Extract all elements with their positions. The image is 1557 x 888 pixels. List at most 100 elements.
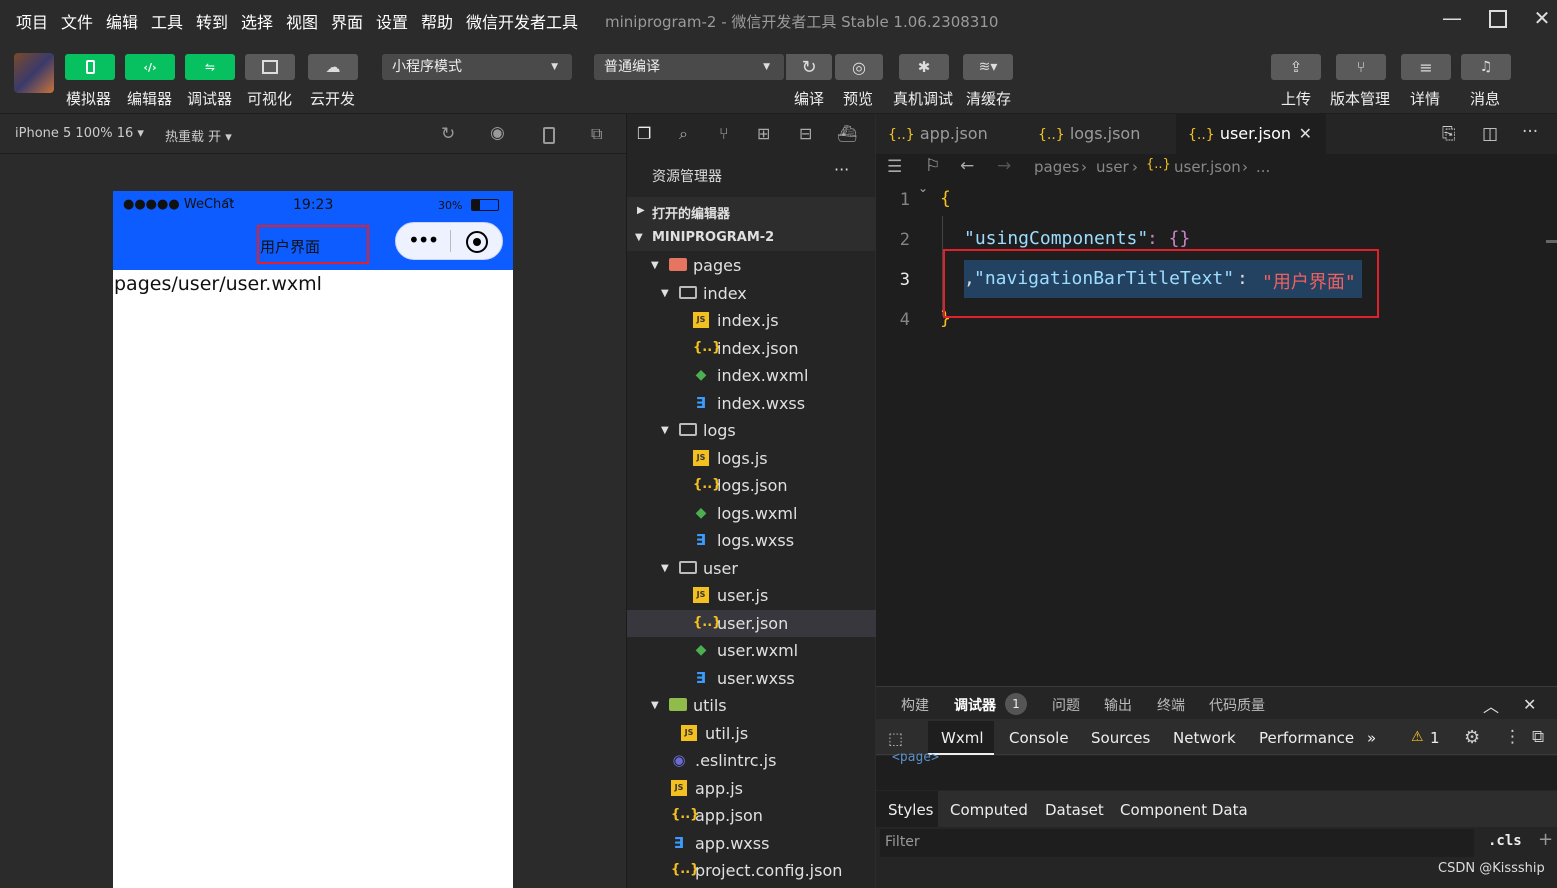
tab-performance[interactable]: Performance <box>1259 729 1354 747</box>
maximize-button[interactable] <box>1483 6 1513 34</box>
breadcrumb-user[interactable]: user <box>1096 158 1129 176</box>
tree-item-logs-wxml[interactable]: ◆ logs.wxml <box>627 500 876 527</box>
tab-component-data[interactable]: Component Data <box>1120 801 1248 819</box>
version-button[interactable]: ⑂ <box>1336 54 1386 80</box>
tree-item-index-wxss[interactable]: ∃ index.wxss <box>627 390 876 417</box>
tree-item-index-json[interactable]: {..} index.json <box>627 335 876 362</box>
split-editor-icon[interactable]: ◫ <box>1482 124 1498 144</box>
tree-item-app-wxss[interactable]: ∃ app.wxss <box>627 830 876 857</box>
reload-icon[interactable]: ↻ <box>441 124 455 144</box>
tree-item-user[interactable]: ▼ user <box>627 555 876 582</box>
search-icon[interactable]: ⌕ <box>679 124 688 144</box>
close-window-button[interactable]: ✕ <box>1527 6 1557 34</box>
tree-item-logs[interactable]: ▼ logs <box>627 417 876 444</box>
storage-icon[interactable]: ⊟ <box>799 124 812 143</box>
more-actions-icon[interactable]: ··· <box>834 160 849 179</box>
stop-icon[interactable]: ◉ <box>490 123 505 143</box>
mode-select[interactable]: 小程序模式 ▼ <box>382 54 572 80</box>
extensions-icon[interactable]: ⊞ <box>757 124 770 143</box>
tree-item-utils[interactable]: ▼ utils <box>627 692 876 719</box>
tab-computed[interactable]: Computed <box>950 801 1028 819</box>
back-icon[interactable]: ← <box>960 156 974 176</box>
tab-app-json[interactable]: {..} app.json <box>876 114 1026 154</box>
tab-output[interactable]: 输出 <box>1104 695 1132 715</box>
tree-item-index-js[interactable]: JS index.js <box>627 307 876 334</box>
tab-logs-json[interactable]: {..} logs.json <box>1026 114 1176 154</box>
phone-icon[interactable] <box>543 127 555 144</box>
inspect-icon[interactable]: ⬚ <box>888 729 903 748</box>
tab-problems[interactable]: 问题 <box>1052 695 1080 715</box>
close-tab-icon[interactable]: ✕ <box>1299 124 1312 143</box>
preview-button[interactable]: ◎ <box>835 54 883 80</box>
dom-page-node[interactable]: <page> <box>892 750 939 765</box>
tab-build[interactable]: 构建 <box>901 695 929 715</box>
tree-item-user-wxml[interactable]: ◆ user.wxml <box>627 637 876 664</box>
warning-icon[interactable]: ⚠ <box>1411 729 1424 745</box>
gear-icon[interactable]: ⚙ <box>1464 727 1480 748</box>
tab-terminal[interactable]: 终端 <box>1157 695 1185 715</box>
tab-wxml[interactable]: Wxml <box>941 729 984 747</box>
tree-item-eslintrc-js[interactable]: ◉ .eslintrc.js <box>627 747 876 774</box>
tree-item-app-js[interactable]: JS app.js <box>627 775 876 802</box>
breadcrumb-pages[interactable]: pages <box>1034 158 1079 176</box>
cls-button[interactable]: .cls <box>1488 833 1522 849</box>
tree-item-user-wxss[interactable]: ∃ user.wxss <box>627 665 876 692</box>
project-section[interactable]: ▼ MINIPROGRAM-2 <box>627 224 876 251</box>
upload-button[interactable]: ⇪ <box>1271 54 1321 80</box>
breadcrumb-file[interactable]: user.json <box>1174 158 1241 176</box>
menu-tools[interactable]: 工具 <box>151 9 183 33</box>
tree-item-user-js[interactable]: JS user.js <box>627 582 876 609</box>
tree-item-project-config-json[interactable]: {..} project.config.json <box>627 857 876 884</box>
fold-icon[interactable]: ⌄ <box>918 181 928 195</box>
tree-item-util-js[interactable]: JS util.js <box>627 720 876 747</box>
visual-button[interactable] <box>245 54 295 80</box>
tree-item-logs-wxss[interactable]: ∃ logs.wxss <box>627 527 876 554</box>
simulator-button[interactable] <box>65 54 115 80</box>
tree-item-app-json[interactable]: {..} app.json <box>627 802 876 829</box>
detach-icon[interactable]: ⧉ <box>591 124 602 144</box>
minimize-button[interactable]: — <box>1437 6 1467 34</box>
bookmark-icon[interactable]: ⚐ <box>925 156 940 176</box>
tree-item-index[interactable]: ▼ index <box>627 280 876 307</box>
files-icon[interactable]: ❐ <box>637 124 651 143</box>
messages-button[interactable]: ♫ <box>1461 54 1511 80</box>
open-editors-section[interactable]: ▶ 打开的编辑器 <box>627 197 876 224</box>
menu-edit[interactable]: 编辑 <box>106 9 138 33</box>
add-style-button[interactable]: + <box>1538 829 1553 850</box>
cloud-button[interactable]: ☁ <box>308 54 358 80</box>
tree-item-index-wxml[interactable]: ◆ index.wxml <box>627 362 876 389</box>
docker-icon[interactable]: ⛴ <box>837 124 857 143</box>
menu-select[interactable]: 选择 <box>241 9 273 33</box>
close-icon[interactable]: ✕ <box>1523 695 1536 714</box>
device-select[interactable]: iPhone 5 100% 16 ▾ <box>15 126 144 141</box>
hot-reload-select[interactable]: 热重载 开 ▾ <box>165 126 232 145</box>
editor-button[interactable]: ‹/› <box>125 54 175 80</box>
chevron-up-icon[interactable]: ︿ <box>1483 693 1499 717</box>
tree-item-pages[interactable]: ▼ pages <box>627 252 876 279</box>
filter-input[interactable]: Filter <box>880 829 1474 857</box>
menu-goto[interactable]: 转到 <box>196 9 228 33</box>
menu-help[interactable]: 帮助 <box>421 9 453 33</box>
home-circle-icon[interactable] <box>466 231 488 253</box>
tab-console[interactable]: Console <box>1009 729 1069 747</box>
debugger-button[interactable]: ⇋ <box>185 54 235 80</box>
kebab-icon[interactable]: ⋮ <box>1504 727 1521 747</box>
open-changes-icon[interactable]: ⎘ <box>1442 124 1456 144</box>
menu-file[interactable]: 文件 <box>61 9 93 33</box>
tab-code-quality[interactable]: 代码质量 <box>1209 695 1265 715</box>
breadcrumb-more[interactable]: ... <box>1256 158 1270 176</box>
menu-view[interactable]: 视图 <box>286 9 318 33</box>
more-actions-icon[interactable]: ··· <box>1522 122 1538 142</box>
outline-icon[interactable]: ☰ <box>887 157 902 177</box>
tree-item-logs-js[interactable]: JS logs.js <box>627 445 876 472</box>
menu-wechat-devtools[interactable]: 微信开发者工具 <box>466 9 578 33</box>
remote-debug-button[interactable]: ✱ <box>899 54 949 80</box>
dock-icon[interactable]: ⧉ <box>1532 727 1544 747</box>
tab-user-json[interactable]: {..} user.json ✕ <box>1176 114 1326 154</box>
tab-debugger[interactable]: 调试器 <box>954 695 996 715</box>
source-control-icon[interactable]: ⑂ <box>719 124 729 143</box>
more-tabs-icon[interactable]: » <box>1367 729 1376 747</box>
capsule-button[interactable]: ••• <box>395 222 503 260</box>
menu-project[interactable]: 项目 <box>16 9 48 33</box>
tab-dataset[interactable]: Dataset <box>1045 801 1104 819</box>
